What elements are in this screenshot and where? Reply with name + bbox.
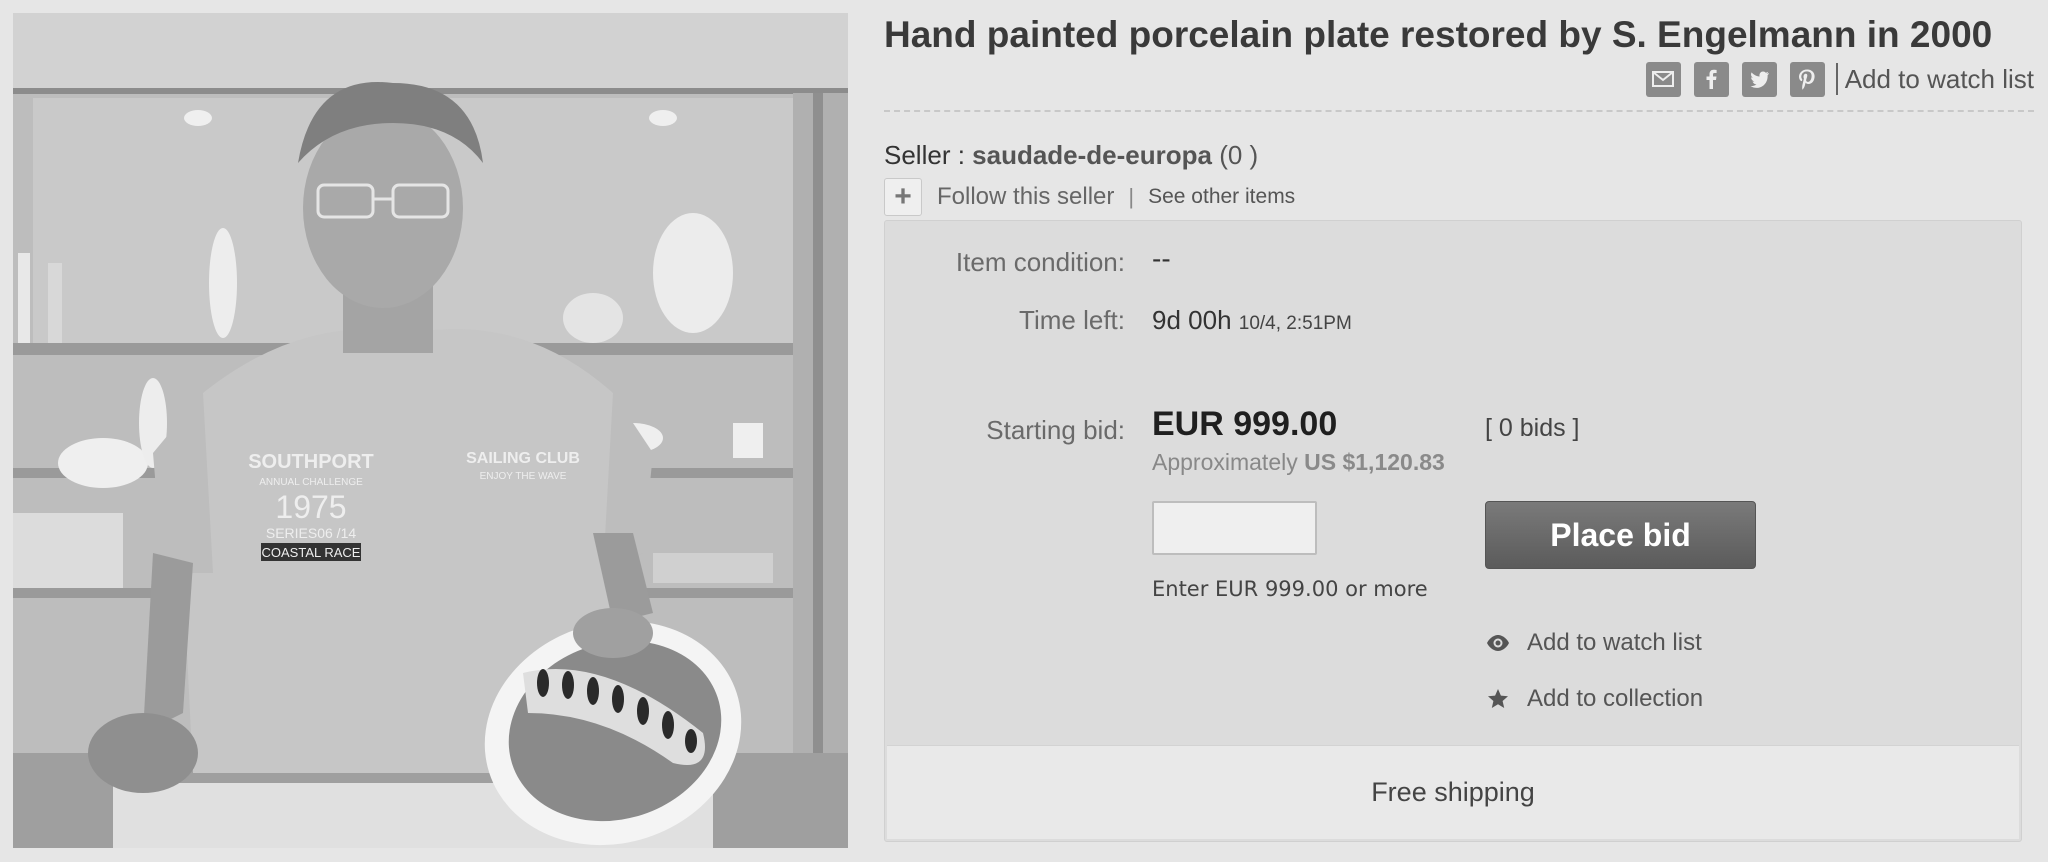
shirt-text-line: SERIES06 /14 — [266, 525, 356, 541]
facebook-icon[interactable] — [1693, 61, 1729, 97]
mail-icon[interactable] — [1645, 61, 1681, 97]
share-bar: Add to watch list — [1645, 60, 2034, 98]
seller-feedback-score[interactable]: (0 ) — [1219, 140, 1258, 170]
add-to-watch-list-label: Add to watch list — [1527, 629, 1702, 656]
add-to-collection-label: Add to collection — [1527, 685, 1704, 712]
shirt-text-line: ANNUAL CHALLENGE — [259, 477, 363, 488]
item-photo[interactable]: SOUTHPORT ANNUAL CHALLENGE 1975 SERIES06… — [13, 13, 848, 848]
starting-bid-label: Starting bid: — [986, 415, 1125, 445]
approx-prefix: Approximately — [1152, 449, 1305, 475]
follow-separator: | — [1128, 184, 1135, 209]
follow-plus-icon[interactable]: + — [884, 178, 922, 216]
bid-hint: Enter EUR 999.00 or more — [1152, 577, 1428, 601]
time-left-value: 9d 00h 10/4, 2:51PM — [1152, 305, 1352, 336]
see-other-items-link[interactable]: See other items — [1148, 185, 1295, 209]
bid-panel: Item condition: -- Time left: 9d 00h 10/… — [884, 220, 2022, 842]
add-to-collection-button[interactable]: Add to collection — [1485, 683, 1703, 715]
add-to-watch-list-button[interactable]: Add to watch list — [1485, 627, 1702, 659]
seller-info: Seller : saudade-de-europa (0 ) — [884, 140, 1258, 171]
shipping-info: Free shipping — [887, 745, 2019, 839]
share-separator — [1835, 63, 1838, 95]
condition-label: Item condition: — [955, 247, 1125, 277]
shirt-text-line: ENJOY THE WAVE — [480, 471, 567, 482]
bid-count-link[interactable]: [ 0 bids ] — [1485, 414, 1580, 443]
listing-page: SOUTHPORT ANNUAL CHALLENGE 1975 SERIES06… — [0, 0, 2048, 862]
title-divider — [884, 110, 2034, 112]
eye-icon — [1485, 630, 1511, 656]
time-left-duration: 9d 00h — [1152, 305, 1232, 335]
approx-price: Approximately US $1,120.83 — [1152, 449, 1445, 476]
item-title: Hand painted porcelain plate restored by… — [884, 14, 1993, 55]
time-left-label: Time left: — [1019, 305, 1125, 335]
bid-amount-input[interactable] — [1152, 501, 1317, 555]
condition-value: -- — [1152, 243, 1171, 274]
photo-image: SOUTHPORT ANNUAL CHALLENGE 1975 SERIES06… — [13, 13, 848, 848]
shirt-text-line: SAILING CLUB — [466, 450, 580, 467]
shipping-label: Free shipping — [1371, 777, 1535, 807]
shirt-text-line: SOUTHPORT — [248, 451, 374, 473]
time-left-end: 10/4, 2:51PM — [1238, 313, 1352, 334]
follow-seller-link[interactable]: Follow this seller — [937, 183, 1114, 211]
star-icon — [1485, 686, 1511, 712]
twitter-icon[interactable] — [1741, 61, 1777, 97]
seller-prefix: Seller : — [884, 140, 973, 170]
follow-row: + Follow this seller | See other items — [884, 178, 1295, 216]
shirt-text-line: COASTAL RACE — [262, 545, 361, 560]
pinterest-icon[interactable] — [1789, 61, 1825, 97]
approx-value: US $1,120.83 — [1304, 449, 1445, 475]
shirt-text-line: 1975 — [275, 489, 346, 525]
starting-bid-price: EUR 999.00 — [1152, 405, 1338, 443]
share-watch-link[interactable]: Add to watch list — [1845, 64, 2034, 95]
seller-name-link[interactable]: saudade-de-europa — [972, 140, 1212, 170]
place-bid-button[interactable]: Place bid — [1485, 501, 1756, 569]
